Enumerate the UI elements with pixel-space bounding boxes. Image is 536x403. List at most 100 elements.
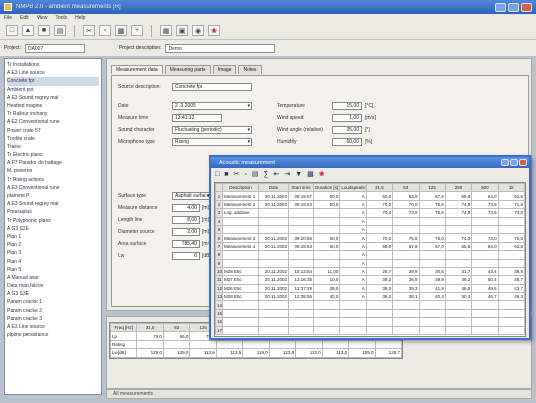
grid-cell[interactable]: [444, 308, 473, 319]
grid-cell[interactable]: 20.11.2002: [258, 241, 289, 252]
grid-cell[interactable]: [258, 208, 289, 218]
grid-cell[interactable]: [497, 317, 525, 327]
table-row[interactable]: 3 Log. additive A 70,4 73,9 76,5 74,9 73,5 73,0: [215, 208, 525, 218]
grid-cell[interactable]: [471, 250, 499, 260]
grid-cell[interactable]: [288, 300, 314, 310]
tree-item[interactable]: A E3 Conventional rune: [7, 184, 99, 192]
grid-cell[interactable]: 1: [215, 191, 223, 201]
grid-cell[interactable]: A: [339, 258, 367, 268]
tree-item[interactable]: Tr Rallour inchany: [7, 110, 99, 118]
grid-cell[interactable]: 76,0: [418, 233, 446, 243]
grid-cell[interactable]: 20.11.2002: [258, 199, 289, 210]
grid-cell[interactable]: 20.11.2002: [258, 275, 289, 285]
grid-cell[interactable]: A: [339, 233, 367, 243]
grid-cell[interactable]: 20.11.2002: [258, 283, 289, 294]
tree-item[interactable]: Param cracke 1: [7, 298, 99, 306]
tree-item[interactable]: Ambient pvt: [7, 86, 99, 94]
grid-cell[interactable]: [222, 300, 259, 310]
grid-cell[interactable]: 39,9: [418, 275, 446, 285]
table-row[interactable]: 2 Measurement 2 20.11.2002 09:15:53 60,0 A 70,…: [215, 199, 525, 210]
grid-cell[interactable]: 28,9: [392, 266, 420, 277]
grid-cell[interactable]: 65,0: [365, 241, 394, 252]
grid-cell[interactable]: 74,9: [444, 208, 473, 218]
grid-cell[interactable]: 11,00: [312, 266, 341, 277]
tree-item[interactable]: Concrete fpr: [7, 77, 99, 86]
grid-cell[interactable]: [471, 258, 499, 268]
close-button[interactable]: [521, 2, 532, 12]
spectrum-cell[interactable]: Lw[dB]: [109, 348, 138, 358]
grid-cell[interactable]: [312, 208, 341, 218]
grid-cell[interactable]: 12: [215, 283, 223, 294]
grid-cell[interactable]: 38,2: [365, 292, 394, 302]
grid-cell[interactable]: 28,0: [312, 283, 341, 294]
grid-cell[interactable]: [258, 325, 289, 336]
grid-cell[interactable]: 38,1: [392, 292, 420, 302]
table-row[interactable]: 11 M27 E5c 20.11.2002 12:16:35 10,0 A 39,2 36,9…: [215, 275, 525, 285]
grid-cell[interactable]: [222, 250, 259, 260]
grid-cell[interactable]: 70,4: [365, 208, 394, 218]
tree-item[interactable]: Tr Installations: [7, 61, 99, 69]
grid-cell[interactable]: [497, 300, 525, 310]
table-row[interactable]: 17: [215, 325, 525, 336]
grid-cell[interactable]: [312, 317, 341, 327]
grid-column-header[interactable]: 250: [444, 183, 473, 193]
spectrum-cell[interactable]: [268, 339, 297, 350]
grid-cell[interactable]: 63,8: [392, 191, 420, 201]
grid-cell[interactable]: 09:20:55: [288, 233, 314, 243]
grid-cell[interactable]: A: [339, 241, 367, 252]
grid-cell[interactable]: 73,9: [392, 208, 420, 218]
grid-cell[interactable]: [312, 300, 341, 310]
measurement-grid[interactable]: Description Date Start time Duration [s] Lou…: [214, 182, 526, 337]
grid-cell[interactable]: [258, 308, 289, 319]
grid-cell[interactable]: 46,7: [471, 292, 499, 302]
tree-item[interactable]: Trodite crate: [7, 135, 99, 143]
menu-view[interactable]: View: [37, 15, 48, 21]
tree-item[interactable]: pipline persistance: [7, 331, 99, 339]
tree-item[interactable]: Pressuplus: [7, 208, 99, 216]
cut-icon[interactable]: ✂: [83, 25, 95, 36]
dialog-maximize-button[interactable]: [510, 159, 518, 166]
tree-item[interactable]: A G3 S3E: [7, 290, 99, 298]
wind-speed-field[interactable]: 1,00: [332, 114, 362, 122]
grid-cell[interactable]: 60,0: [312, 241, 341, 252]
grid-cell[interactable]: [392, 317, 420, 327]
grid-cell[interactable]: 16: [215, 317, 223, 327]
grid-cell[interactable]: [312, 216, 341, 226]
tree-item[interactable]: Tr Rising actions: [7, 176, 99, 184]
grid-cell[interactable]: [339, 308, 367, 319]
table-row[interactable]: 16: [215, 317, 525, 327]
grid-cell[interactable]: M26 E5c: [222, 283, 259, 294]
lw-field[interactable]: 0: [172, 252, 200, 260]
grid-cell[interactable]: [444, 325, 473, 336]
grid-cell[interactable]: 60,0: [312, 191, 341, 201]
grid-icon[interactable]: ▦: [160, 25, 172, 36]
grid-cell[interactable]: [288, 325, 314, 336]
table-row[interactable]: 10 M28 E5c 20.11.2002 15:13:54 11,00 A 26,7 28,…: [215, 266, 525, 277]
tree-item[interactable]: A E3 Line source: [7, 323, 99, 331]
grid-cell[interactable]: A: [339, 224, 367, 235]
measure-time-field[interactable]: 13:41:12: [172, 114, 222, 122]
tree-item[interactable]: plament P: [7, 192, 99, 200]
tree-item[interactable]: Param cracke 2: [7, 307, 99, 315]
tree-item[interactable]: Plan 3: [7, 249, 99, 257]
spectrum-cell[interactable]: 113,0: [295, 348, 323, 358]
grid-cell[interactable]: [288, 308, 314, 319]
grid-cell[interactable]: A: [339, 266, 367, 277]
grid-cell[interactable]: Log. additive: [222, 208, 259, 218]
maximize-button[interactable]: [508, 2, 519, 12]
grid-cell[interactable]: 12:38:56: [288, 292, 314, 302]
grid-cell[interactable]: 11: [215, 275, 223, 285]
grid-cell[interactable]: A: [339, 283, 367, 294]
grid-cell[interactable]: 46,3: [497, 292, 525, 302]
menu-help[interactable]: Help: [75, 15, 85, 21]
grid-cell[interactable]: [497, 258, 525, 268]
table-row[interactable]: 8A: [215, 250, 525, 260]
grid-cell[interactable]: [418, 317, 446, 327]
tree-item[interactable]: Traine: [7, 143, 99, 151]
grid-cell[interactable]: [365, 224, 394, 235]
grid-cell[interactable]: 62,6: [497, 191, 525, 201]
grid-cell[interactable]: [222, 308, 259, 319]
table-row[interactable]: 1 Measurement 1 20.11.2002 09:15:57 60,0 A 60,…: [215, 191, 525, 201]
grid-cell[interactable]: [418, 216, 446, 226]
grid-cell[interactable]: [365, 216, 394, 226]
